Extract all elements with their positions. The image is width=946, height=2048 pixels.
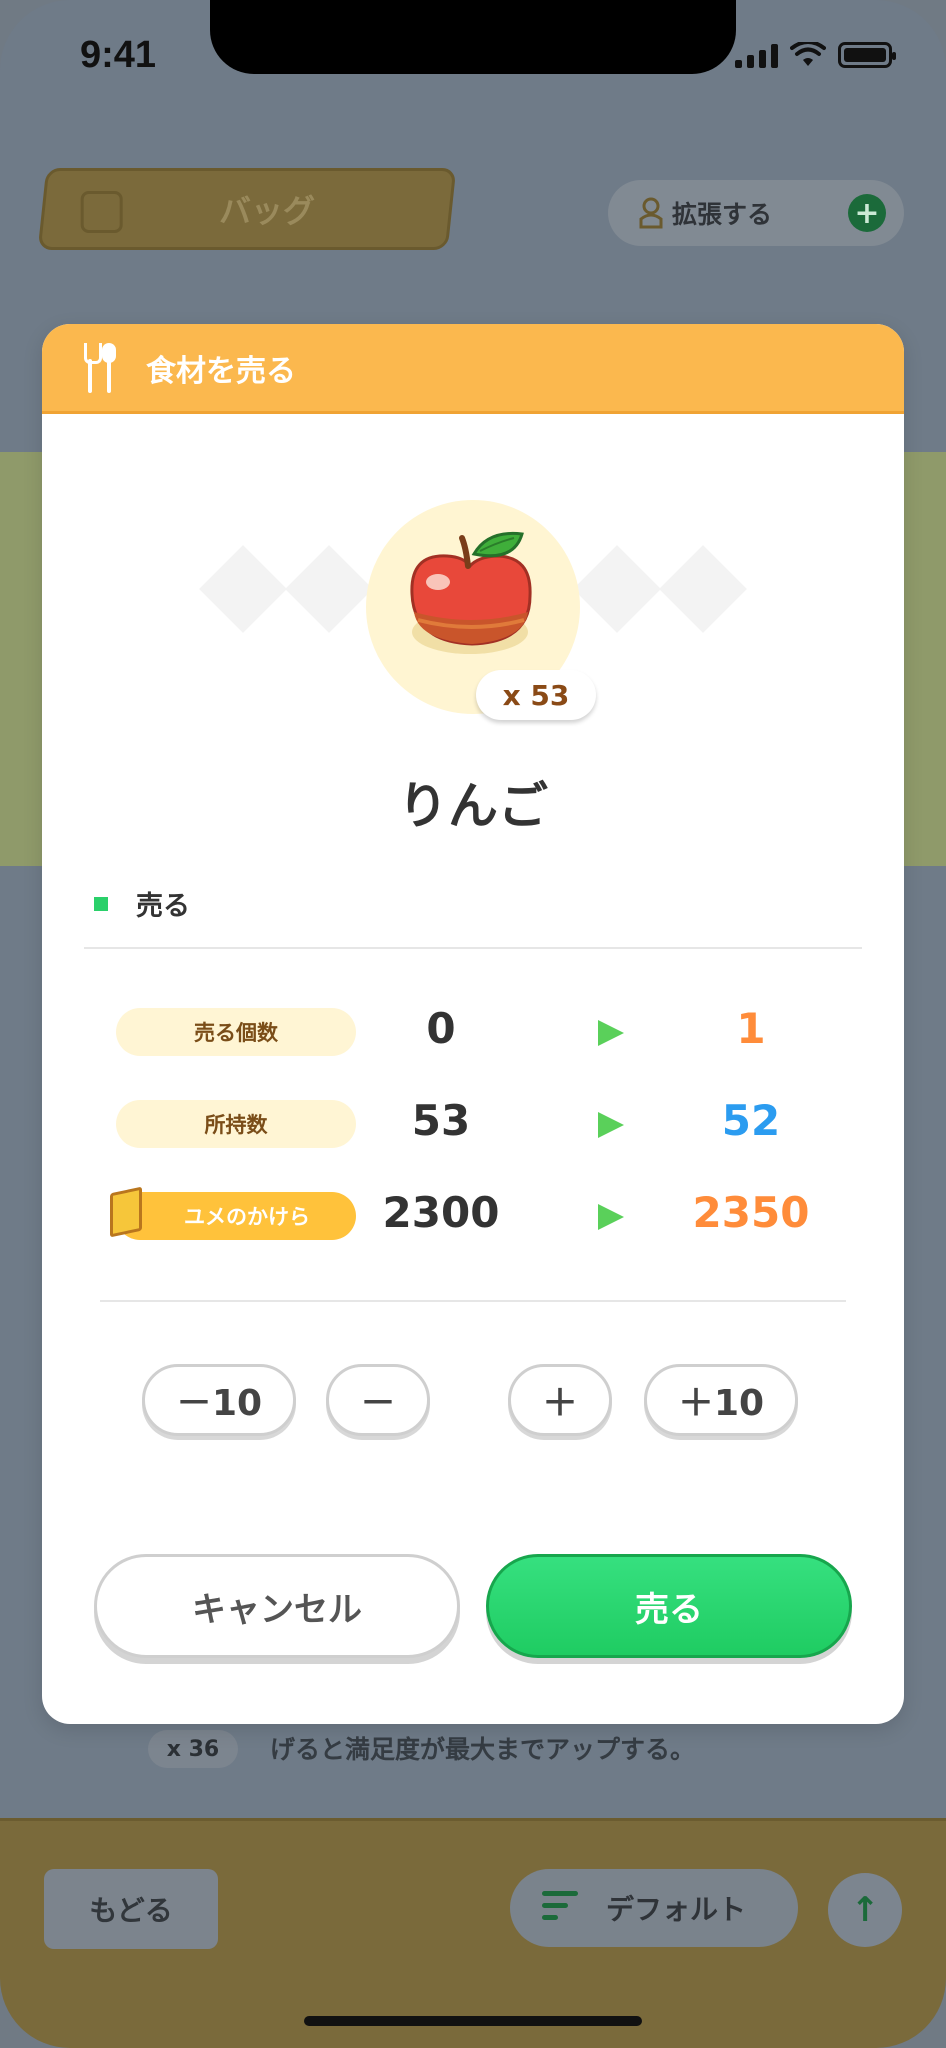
owned-count-to: 52 xyxy=(721,1096,781,1145)
sell-count-to: 1 xyxy=(736,1004,766,1053)
dialog-title: 食材を売る xyxy=(146,353,296,389)
wifi-icon xyxy=(790,42,826,66)
plus-button[interactable]: ＋ xyxy=(508,1364,612,1436)
divider-top xyxy=(84,947,862,949)
dream-shards-from: 2300 xyxy=(382,1188,500,1237)
expand-button[interactable]: 拡張する + xyxy=(608,180,904,246)
item-count-badge: x 36 xyxy=(148,1730,238,1768)
sell-section-label: 売る xyxy=(94,884,190,923)
utensils-icon xyxy=(84,342,118,393)
home-indicator xyxy=(304,2016,642,2026)
dream-shards-label-text: ユメのかけら xyxy=(184,1205,310,1229)
dialog-header: 食材を売る xyxy=(42,324,904,414)
minus-button[interactable]: － xyxy=(326,1364,430,1436)
arrow-right-icon xyxy=(598,1020,624,1046)
dream-shards-row: ユメのかけら 2300 2350 xyxy=(110,1186,836,1242)
dream-shard-icon xyxy=(110,1186,142,1238)
screen: バッグ 拡張する + x 36 げると満足度が最大までアップする。 もどる デフ… xyxy=(0,0,946,2048)
green-square-icon xyxy=(94,896,108,911)
scroll-top-button[interactable]: ↑ xyxy=(828,1873,902,1947)
battery-icon xyxy=(838,42,896,68)
item-description: げると満足度が最大までアップする。 xyxy=(270,1735,696,1764)
back-button[interactable]: もどる xyxy=(44,1869,218,1949)
expand-button-label: 拡張する xyxy=(672,200,773,229)
status-icons xyxy=(735,42,896,68)
sell-count-from: 0 xyxy=(426,1004,456,1053)
dream-shards-label: ユメのかけら xyxy=(110,1186,356,1240)
notch xyxy=(210,0,736,74)
sort-button-label: デフォルト xyxy=(606,1893,747,1926)
sort-icon xyxy=(542,1891,578,1927)
divider-bottom xyxy=(100,1300,846,1302)
sell-section-text: 売る xyxy=(136,891,190,922)
owned-count-row: 所持数 53 52 xyxy=(116,1096,836,1150)
item-quantity-badge: x 53 xyxy=(476,670,596,720)
bag-header: バッグ 拡張する + xyxy=(37,168,904,252)
minus-10-button[interactable]: －10 xyxy=(142,1364,296,1436)
sell-count-label: 売る個数 xyxy=(116,1008,356,1056)
status-time: 9:41 xyxy=(80,34,157,76)
arrow-right-icon xyxy=(598,1204,624,1230)
bag-tab-label: バッグ xyxy=(218,192,315,230)
person-icon xyxy=(639,197,663,229)
owned-count-from: 53 xyxy=(411,1096,471,1145)
cellular-signal-icon xyxy=(735,44,778,68)
apple-icon xyxy=(410,531,532,654)
bag-icon xyxy=(80,191,123,233)
sell-ingredient-dialog: 食材を売る x 53 りんご 売る 売る個数 0 1 所持数 53 52 ユメの… xyxy=(42,324,904,1724)
footer-bar: もどる デフォルト ↑ xyxy=(0,1818,946,2048)
arrow-right-icon xyxy=(598,1112,624,1138)
plus-icon: + xyxy=(848,194,886,232)
sell-count-row: 売る個数 0 1 xyxy=(116,1004,836,1058)
plus-10-button[interactable]: ＋10 xyxy=(644,1364,798,1436)
owned-count-label: 所持数 xyxy=(116,1100,356,1148)
dream-shards-to: 2350 xyxy=(692,1188,810,1237)
sort-button[interactable]: デフォルト xyxy=(510,1869,798,1947)
cancel-button[interactable]: キャンセル xyxy=(94,1554,460,1658)
sell-button[interactable]: 売る xyxy=(486,1554,852,1658)
bag-tab[interactable]: バッグ xyxy=(37,168,457,250)
up-arrow-icon: ↑ xyxy=(850,1890,880,1930)
item-name: りんご xyxy=(398,777,548,835)
